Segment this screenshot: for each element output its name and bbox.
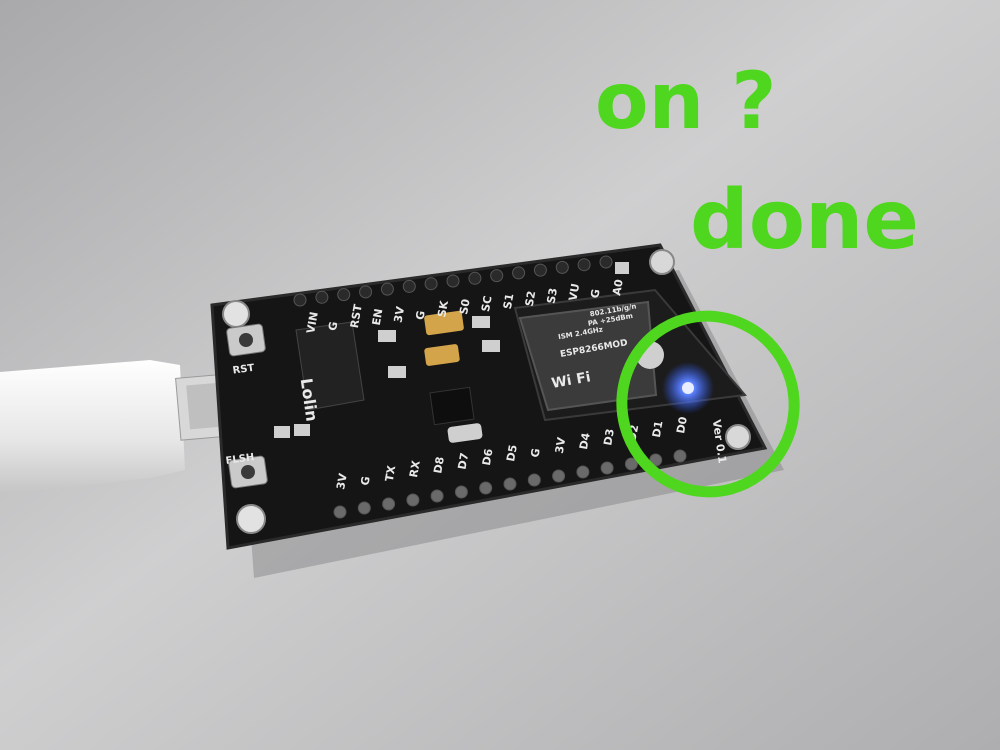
header-pin: [673, 449, 687, 463]
header-pin: [555, 260, 569, 274]
header-pin: [430, 489, 444, 503]
header-pin: [406, 493, 420, 507]
smd-component: [482, 340, 500, 352]
header-pin: [600, 461, 614, 475]
annotation-text-line2: done: [690, 173, 919, 268]
rst-button[interactable]: [226, 323, 266, 357]
header-pin: [577, 258, 591, 272]
header-pin: [527, 473, 541, 487]
header-pin: [424, 277, 438, 291]
header-pin: [479, 481, 493, 495]
header-pin: [293, 293, 307, 307]
header-pin: [315, 290, 329, 304]
header-pin: [380, 282, 394, 296]
header-pin: [337, 288, 351, 302]
smd-component: [472, 316, 490, 328]
header-pin: [533, 263, 547, 277]
pin-label: S3: [545, 287, 561, 305]
header-pin: [512, 266, 526, 280]
pin-label: S0: [457, 298, 473, 316]
pin-label: SC: [479, 295, 495, 313]
voltage-regulator: [429, 386, 475, 426]
header-pin: [552, 469, 566, 483]
smd-component: [294, 424, 310, 436]
annotation-text-line1: on ?: [595, 57, 777, 147]
pin-label: S1: [501, 293, 517, 311]
header-pin: [402, 279, 416, 293]
header-pin: [503, 477, 517, 491]
mounting-hole: [236, 504, 266, 534]
smd-component: [378, 330, 396, 342]
header-pin: [357, 501, 371, 515]
blue-led-icon: [682, 382, 694, 394]
header-pin: [454, 485, 468, 499]
mounting-hole: [725, 424, 751, 450]
smd-component: [388, 366, 406, 378]
header-pin: [576, 465, 590, 479]
mounting-hole: [649, 249, 675, 275]
header-pin: [468, 271, 482, 285]
header-pin: [490, 269, 504, 283]
smd-component: [274, 426, 290, 438]
pin-label: S2: [523, 290, 539, 308]
mounting-hole: [222, 300, 250, 328]
header-pin: [599, 255, 613, 269]
smd-component: [615, 262, 629, 274]
header-pin: [333, 505, 347, 519]
header-pin: [359, 285, 373, 299]
photo-scene: ESP8266MOD ISM 2.4GHz PA +25dBm 802.11b/…: [0, 0, 1000, 750]
header-pin: [446, 274, 460, 288]
header-pin: [382, 497, 396, 511]
